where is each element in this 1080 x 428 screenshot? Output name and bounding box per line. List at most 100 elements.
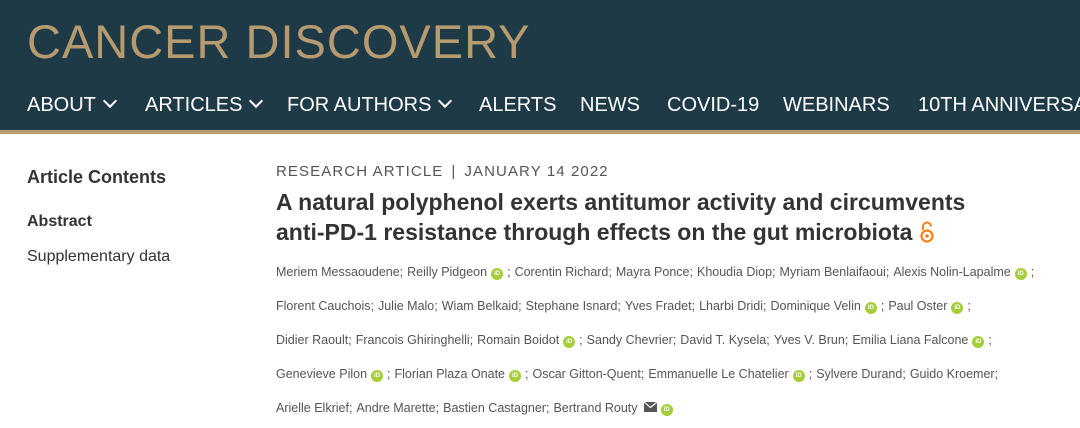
author-name[interactable]: Emmanuelle Le Chatelier	[648, 367, 788, 381]
author-name[interactable]: Florent Cauchois	[276, 299, 371, 313]
author-name[interactable]: Yves Fradet	[625, 299, 692, 313]
nav-item-label: NEWS	[580, 94, 640, 116]
orcid-icon[interactable]: iD	[509, 370, 521, 382]
header-divider	[0, 130, 1080, 134]
author-line: Florent Cauchois; Julie Malo; Wiam Belkaid…	[276, 292, 1076, 326]
nav-item-for-authors[interactable]: FOR AUTHORS	[287, 88, 453, 122]
author-separator: ;	[689, 265, 693, 279]
author-separator: ;	[844, 333, 849, 347]
author-separator: ;	[763, 299, 767, 313]
author-name[interactable]: Bastien Castagner	[443, 401, 546, 415]
author-separator: ;	[880, 299, 885, 313]
author-separator: ;	[1030, 265, 1035, 279]
author-separator: ;	[808, 367, 813, 381]
sidebar-item-supplementary-data[interactable]: Supplementary data	[27, 248, 170, 266]
journal-logo[interactable]: CANCER DISCOVERY	[27, 14, 531, 70]
author-name[interactable]: Bertrand Routy	[553, 401, 637, 415]
chevron-down-icon	[249, 93, 264, 109]
orcid-icon[interactable]: iD	[660, 404, 673, 416]
author-name[interactable]: Alexis Nolin-Lapalme	[893, 265, 1010, 279]
author-separator: ;	[988, 333, 992, 347]
author-name[interactable]: Arielle Elkrief	[276, 401, 349, 415]
author-name[interactable]: Andre Marette	[356, 401, 435, 415]
chevron-down-icon	[438, 93, 453, 109]
author-separator: ;	[348, 333, 352, 347]
author-separator: ;	[370, 299, 374, 313]
author-name[interactable]: Stephane Isnard	[526, 299, 618, 313]
author-name[interactable]: Emilia Liana Falcone	[852, 333, 968, 347]
author-separator: ;	[507, 265, 511, 279]
orcid-icon[interactable]: iD	[864, 302, 877, 314]
author-line: Arielle Elkrief; Andre Marette; Bastien Ca…	[276, 394, 1076, 428]
article-title-text: anti-PD-1 resistance through effects on …	[276, 219, 913, 245]
orcid-icon[interactable]: iD	[1014, 268, 1027, 280]
author-separator: ;	[387, 367, 391, 381]
author-name[interactable]: Julie Malo	[378, 299, 434, 313]
author-name[interactable]: David T. Kysela	[680, 333, 766, 347]
article-title-line-2: anti-PD-1 resistance through effects on …	[276, 217, 1076, 247]
author-name[interactable]: Romain Boidot	[477, 333, 559, 347]
orcid-icon[interactable]: iD	[972, 336, 985, 348]
nav-item-10th-anniversa[interactable]: 10TH ANNIVERSA	[918, 88, 1080, 122]
article-meta: RESEARCH ARTICLE | JANUARY 14 2022	[276, 163, 609, 180]
nav-item-alerts[interactable]: ALERTS	[479, 88, 556, 122]
author-name[interactable]: Paul Oster	[888, 299, 947, 313]
author-name[interactable]: Florian Plaza Onate	[395, 367, 505, 381]
author-name[interactable]: Meriem Messaoudene	[276, 265, 400, 279]
author-name[interactable]: Francois Ghiringhelli	[356, 333, 470, 347]
nav-item-about[interactable]: ABOUT	[27, 88, 117, 122]
nav-item-label: WEBINARS	[783, 94, 890, 116]
nav-item-label: COVID-19	[667, 94, 760, 116]
nav-item-label: ARTICLES	[145, 94, 243, 116]
author-separator: ;	[772, 265, 776, 279]
author-name[interactable]: Mayra Ponce	[616, 265, 690, 279]
nav-item-label: FOR AUTHORS	[287, 94, 432, 116]
author-separator: ;	[518, 299, 522, 313]
author-name[interactable]: Guido Kroemer	[910, 367, 995, 381]
author-name[interactable]: Sylvere Durand	[816, 367, 902, 381]
nav-item-news[interactable]: NEWS	[580, 88, 640, 122]
author-separator: ;	[766, 333, 770, 347]
author-line: Genevieve Pilon iD; Florian Plaza Onate iD;…	[276, 360, 1076, 394]
nav-item-webinars[interactable]: WEBINARS	[783, 88, 890, 122]
author-name[interactable]: Lharbi Dridi	[699, 299, 763, 313]
author-separator: ;	[435, 401, 440, 415]
orcid-icon[interactable]: iD	[563, 336, 576, 348]
author-name[interactable]: Myriam Benlaifaoui	[780, 265, 886, 279]
nav-item-articles[interactable]: ARTICLES	[145, 88, 264, 122]
author-name[interactable]: Yves V. Brun	[774, 333, 845, 347]
author-separator: ;	[994, 367, 999, 381]
author-separator: ;	[434, 299, 438, 313]
author-separator: ;	[885, 265, 890, 279]
author-name[interactable]: Sandy Chevrier	[587, 333, 673, 347]
author-name[interactable]: Oscar Gitton-Quent	[532, 367, 640, 381]
orcid-icon[interactable]: iD	[491, 268, 504, 280]
author-name[interactable]: Dominique Velin	[770, 299, 860, 313]
author-separator: ;	[967, 299, 971, 313]
author-separator: ;	[617, 299, 621, 313]
author-separator: ;	[691, 299, 696, 313]
author-name[interactable]: Genevieve Pilon	[276, 367, 367, 381]
author-line: Meriem Messaoudene; Reilly Pidgeon iD; Core…	[276, 258, 1076, 292]
article-title: A natural polyphenol exerts antitumor ac…	[276, 187, 1076, 247]
chevron-down-icon	[102, 93, 117, 109]
author-name[interactable]: Didier Raoult	[276, 333, 348, 347]
author-name[interactable]: Reilly Pidgeon	[407, 265, 487, 279]
nav-item-covid-19[interactable]: COVID-19	[667, 88, 759, 122]
article-contents-heading: Article Contents	[27, 167, 167, 187]
author-name[interactable]: Khoudia Diop	[697, 265, 772, 279]
author-name[interactable]: Wiam Belkaid	[442, 299, 518, 313]
orcid-icon[interactable]: iD	[792, 370, 805, 382]
nav-item-label: 10TH ANNIVERSA	[918, 94, 1080, 116]
article-title-line-1: A natural polyphenol exerts antitumor ac…	[276, 189, 966, 215]
mail-icon[interactable]	[643, 401, 657, 412]
author-separator: ;	[348, 401, 353, 415]
author-line: Didier Raoult; Francois Ghiringhelli; Roma…	[276, 326, 1076, 360]
nav-item-label: ALERTS	[479, 94, 557, 116]
orcid-icon[interactable]: iD	[371, 370, 384, 382]
sidebar-item-abstract[interactable]: Abstract	[27, 213, 92, 231]
author-name[interactable]: Corentin Richard	[515, 265, 609, 279]
author-separator: ;	[545, 401, 550, 415]
orcid-icon[interactable]: iD	[951, 302, 964, 314]
author-separator: ;	[902, 367, 906, 381]
